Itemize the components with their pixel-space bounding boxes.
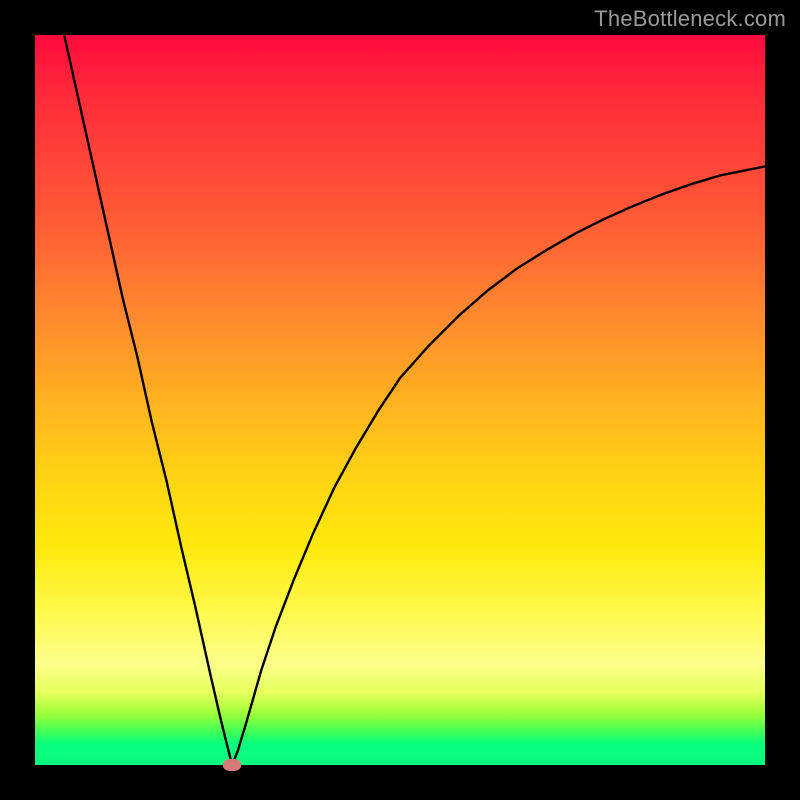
plot-area (35, 35, 765, 765)
chart-frame: TheBottleneck.com (0, 0, 800, 800)
watermark-text: TheBottleneck.com (594, 6, 786, 32)
bottleneck-curve (35, 35, 765, 765)
minimum-marker (223, 759, 241, 771)
